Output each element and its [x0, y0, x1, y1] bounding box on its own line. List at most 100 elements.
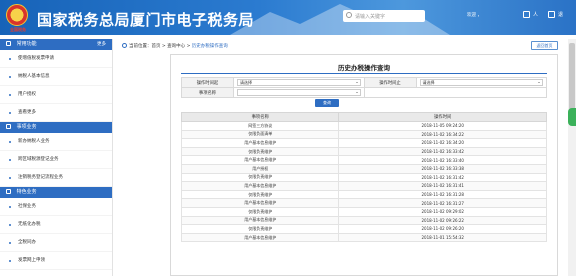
logout-link[interactable]: 退 — [558, 11, 563, 18]
page-scrollbar[interactable] — [568, 39, 576, 276]
welcome-text: 欢迎 ， — [467, 13, 482, 18]
breadcrumb: 当前位置：首页 > 查询中心 > 历史办税操作查询 — [122, 41, 560, 51]
location-icon — [122, 43, 127, 48]
sidebar-item[interactable]: 纳税人基本信息 — [0, 68, 112, 86]
column-header-time: 操作时间 — [338, 112, 547, 122]
sidebar-item[interactable]: 无纸化办税 — [0, 216, 112, 234]
logout-icon[interactable] — [548, 11, 555, 18]
cell-item: 用户基本信息维护 — [180, 155, 340, 165]
sidebar-item[interactable]: 发票网上申领 — [0, 252, 112, 270]
table-row: 仅限负责维护 2018-11-02 09:29:02 — [180, 206, 547, 217]
cell-item: 仅限负责维护 — [180, 224, 340, 234]
cell-time: 2018-11-02 16:31:27 — [338, 198, 547, 208]
sidebar-item[interactable]: 使增值税发票申请 — [0, 50, 112, 68]
user-icon[interactable] — [523, 11, 530, 18]
cell-time: 2018-11-02 16:33:38 — [338, 163, 547, 174]
cell-time: 2018-11-02 16:31:28 — [338, 189, 547, 200]
table-row: 用户基本信息维护 2018-11-02 16:31:41 — [180, 181, 547, 191]
time-end-label: 操作时间止 — [363, 77, 417, 88]
site-title: 国家税务总局厦门市电子税务局 — [37, 11, 255, 29]
time-end-cell: 请选择 — [415, 77, 547, 88]
table-row: 用户基本信息维护 2018-11-02 16:33:40 — [180, 155, 547, 165]
sidebar-item[interactable]: 社保业务 — [0, 198, 112, 216]
cell-item: 用户基本信息维护 — [180, 215, 340, 226]
breadcrumb-current: 历史办税操作查询 — [191, 44, 228, 49]
user-link[interactable]: 人 — [533, 11, 538, 18]
sidebar-item[interactable]: 全税同办 — [0, 234, 112, 252]
time-start-label: 操作时间起 — [181, 77, 234, 88]
time-start-cell: 请选择 — [233, 77, 365, 88]
time-start-select[interactable]: 请选择 — [237, 79, 361, 86]
side-service-tab[interactable] — [568, 108, 576, 126]
sidebar-section-title: 特色业务 — [16, 189, 37, 195]
sidebar-item[interactable]: 注销税务登记流程业务 — [0, 169, 112, 187]
cell-time: 2018-11-02 09:26:20 — [338, 224, 547, 234]
table-row: 仅限负责维护 2018-11-02 16:31:42 — [180, 172, 547, 183]
back-home-button[interactable]: 返回首页 — [531, 41, 558, 50]
sidebar-section-title: 事项业务 — [16, 124, 37, 130]
cell-item: 用户基本信息维护 — [180, 181, 340, 191]
cell-time: 2018-11-02 09:26:22 — [338, 215, 547, 226]
table-row: 网签三方协议 2018-11-05 09:24:20 — [180, 121, 547, 131]
empty-cell — [363, 87, 547, 98]
breadcrumb-separator: > — [185, 44, 192, 49]
cell-time: 2018-11-02 16:31:42 — [338, 172, 547, 183]
sidebar-item[interactable]: 用户授权 — [0, 86, 112, 104]
cell-time: 2018-11-02 09:29:02 — [338, 206, 547, 217]
cell-time: 2018-11-05 09:24:20 — [338, 121, 547, 131]
table-row: 仅限负面清单 2018-11-02 16:34:22 — [180, 129, 547, 140]
cell-time: 2018-11-02 16:33:40 — [338, 155, 547, 165]
site-header: 全国税务 国家税务总局厦门市电子税务局 请输入关键字 搜索 欢迎 ， 人 退 — [0, 0, 576, 35]
grid-icon — [6, 189, 11, 194]
search-placeholder: 请输入关键字 — [355, 14, 386, 20]
cell-item: 用户基本信息维护 — [180, 198, 340, 208]
cell-item: 用户基本信息维护 — [180, 138, 340, 148]
breadcrumb-query-center[interactable]: 查询中心 — [167, 44, 185, 49]
page-title: 历史办税操作查询 — [338, 64, 390, 72]
title-divider — [181, 73, 547, 74]
sidebar-section-common[interactable]: 常用功能 更多 — [0, 39, 112, 50]
breadcrumb-home[interactable]: 首页 — [152, 44, 161, 49]
breadcrumb-label: 当前位置： — [129, 44, 152, 49]
history-table: 事项名称 操作时间 网签三方协议 2018-11-05 09:24:20 仅限负面… — [180, 112, 547, 243]
sidebar-item[interactable]: 查看更多 — [0, 104, 112, 122]
item-name-input[interactable] — [237, 89, 361, 96]
cell-time: 2018-11-02 16:31:41 — [338, 181, 547, 191]
cell-item: 用户基本信息维护 — [180, 232, 340, 243]
sidebar-item[interactable]: 新办纳税人业务 — [0, 133, 112, 151]
sidebar-section-matters[interactable]: 事项业务 — [0, 122, 112, 133]
search-button[interactable]: 搜索 — [388, 10, 428, 22]
table-row: 用户基本信息维护 2018-11-02 16:31:27 — [180, 198, 547, 208]
more-link[interactable]: 更多 — [97, 39, 106, 50]
cell-time: 2018-11-02 16:34:20 — [338, 138, 547, 148]
search-icon — [346, 12, 352, 18]
column-header-item: 事项名称 — [180, 112, 340, 122]
tax-emblem-icon — [6, 4, 28, 26]
emblem-caption: 全国税务 — [10, 27, 26, 32]
table-row: 用户基本信息维护 2018-11-02 09:26:22 — [180, 215, 547, 226]
cell-time: 2018-11-01 15:54:32 — [338, 232, 547, 243]
table-row: 用户基本信息维护 2018-11-02 16:34:20 — [180, 138, 547, 148]
cell-item: 仅限负责维护 — [180, 172, 340, 183]
cell-time: 2018-11-02 16:34:22 — [338, 129, 547, 140]
cell-item: 仅限负责维护 — [180, 189, 340, 200]
sidebar: 常用功能 更多 使增值税发票申请 纳税人基本信息 用户授权 查看更多 事项业务 … — [0, 39, 113, 276]
table-row: 仅限负责维护 2018-11-02 09:26:20 — [180, 224, 547, 234]
sidebar-section-title: 常用功能 — [16, 41, 37, 47]
cell-time: 2018-11-02 16:33:42 — [338, 146, 547, 157]
query-form: 操作时间起 请选择 操作时间止 请选择 事项名称 — [181, 77, 547, 98]
breadcrumb-path: 当前位置：首页 > 查询中心 > 历史办税操作查询 — [122, 43, 228, 49]
item-name-label: 事项名称 — [181, 87, 234, 98]
time-end-select[interactable]: 请选择 — [419, 79, 543, 86]
table-row: 用户基本信息维护 2018-11-01 15:54:32 — [180, 232, 547, 243]
query-button[interactable]: 查询 — [315, 99, 339, 107]
table-row: 用户授权 2018-11-02 16:33:38 — [180, 163, 547, 174]
cell-item: 仅限负责维护 — [180, 146, 340, 157]
table-row: 仅限负责维护 2018-11-02 16:33:42 — [180, 146, 547, 157]
star-icon — [6, 41, 11, 46]
cell-item: 仅限负责维护 — [180, 206, 340, 217]
cell-item: 网签三方协议 — [180, 121, 340, 131]
sidebar-section-special[interactable]: 特色业务 — [0, 187, 112, 198]
cell-item: 用户授权 — [180, 163, 340, 174]
sidebar-item[interactable]: 跨区域税源登记业务 — [0, 151, 112, 169]
